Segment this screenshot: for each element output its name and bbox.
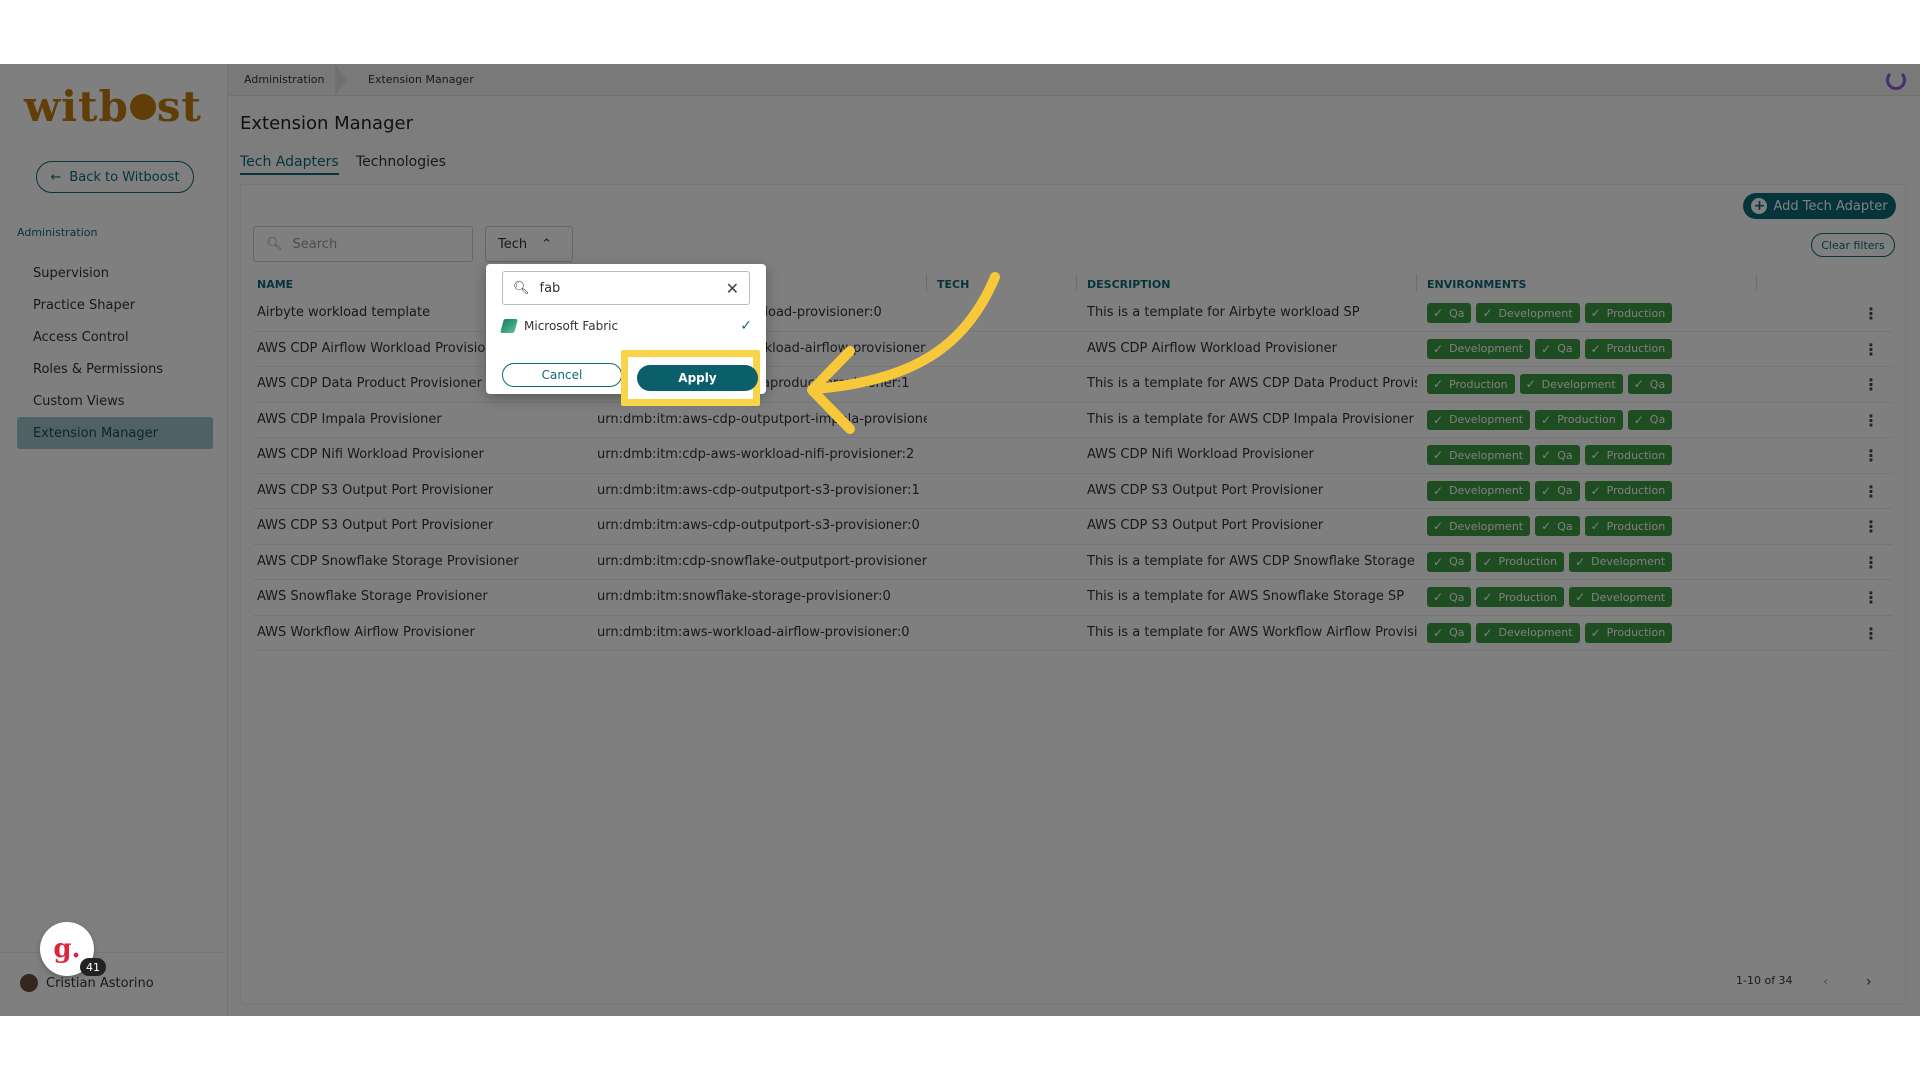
pointer-arrow-icon (807, 272, 1000, 434)
cancel-button[interactable]: Cancel (502, 363, 622, 387)
apply-button[interactable]: Apply (637, 365, 758, 391)
app-window: witbst ← Back to Witboost Administration… (0, 64, 1920, 1016)
check-icon: ✓ (740, 318, 752, 334)
apply-highlight: Apply (621, 350, 760, 406)
close-icon[interactable]: ✕ (726, 279, 739, 298)
modal-backdrop (0, 64, 1920, 1016)
microsoft-fabric-icon (500, 319, 518, 333)
tech-filter-search-input[interactable]: 🔍︎ fab ✕ (502, 271, 750, 305)
search-icon: 🔍︎ (513, 280, 530, 296)
notification-count-badge: 41 (80, 958, 106, 976)
option-microsoft-fabric[interactable]: Microsoft Fabric ✓ (500, 312, 752, 340)
